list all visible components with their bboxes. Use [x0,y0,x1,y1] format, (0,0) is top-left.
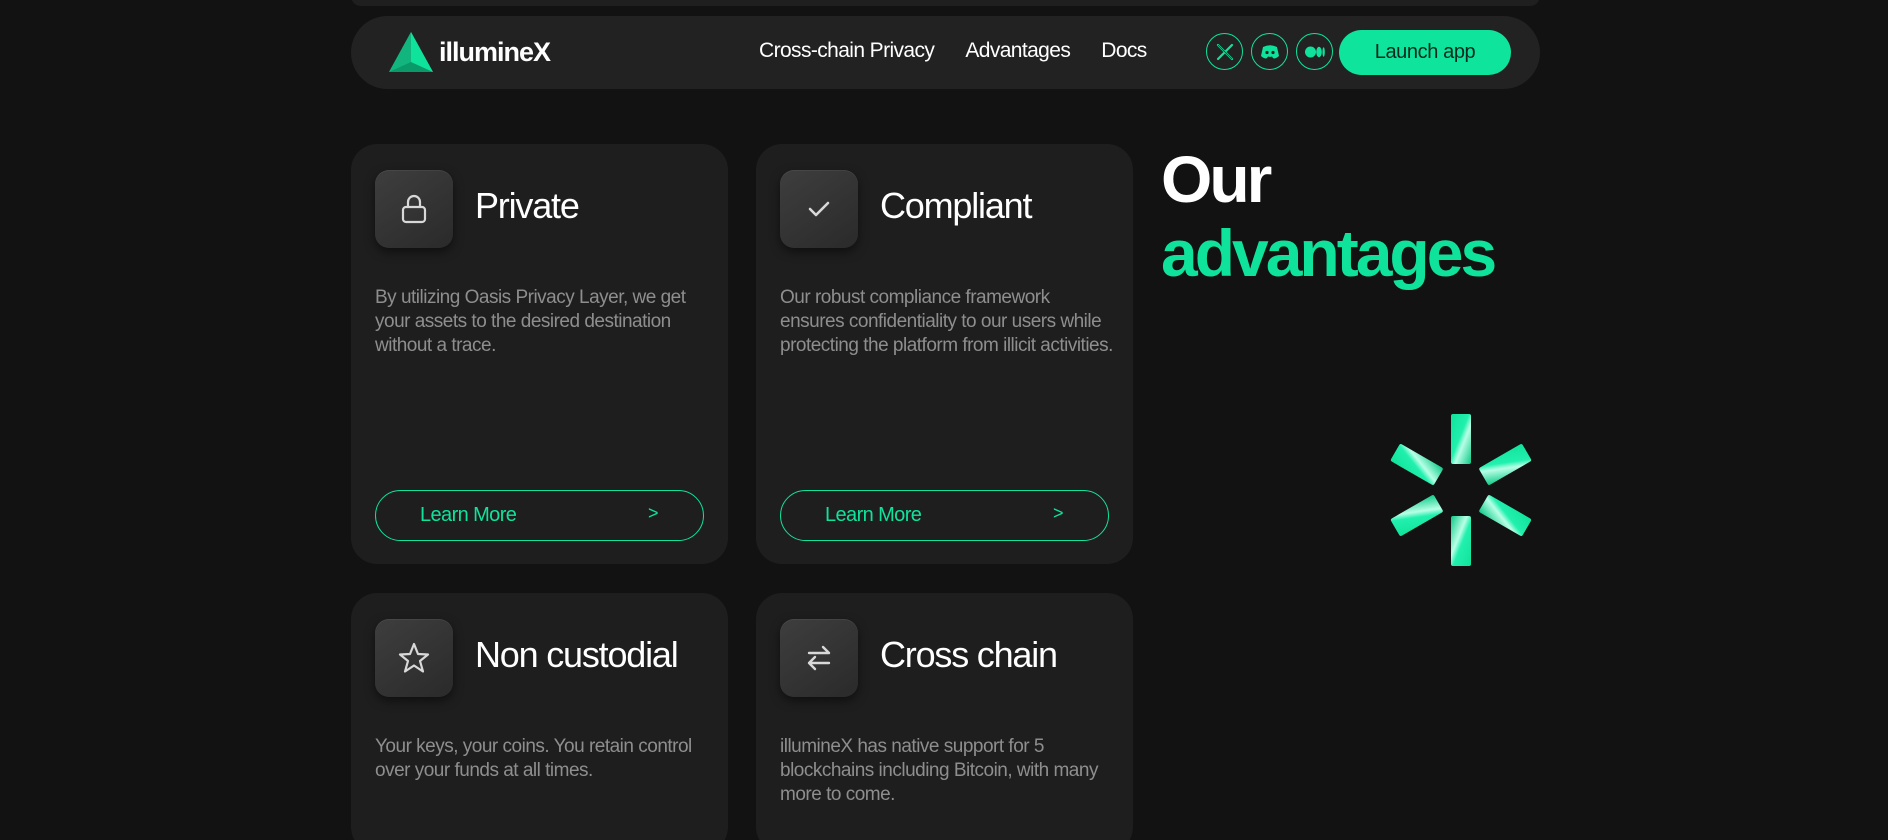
learn-more-button[interactable]: Learn More > [375,490,704,541]
card-description: By utilizing Oasis Privacy Layer, we get… [375,287,686,356]
learn-more-button[interactable]: Learn More > [780,490,1109,541]
card-title: Non custodial [475,634,679,675]
brand-logo[interactable]: illumineX [389,32,551,72]
advantage-card-cross-chain: Cross chain illumineX has native support… [756,593,1133,840]
triangle-logo-icon [389,32,433,72]
discord-icon [1260,44,1279,58]
checkmark-icon [808,201,830,217]
advantage-card-non-custodial: Non custodial Your keys, your coins. You… [351,593,728,840]
nav-link-docs[interactable]: Docs [1101,39,1147,63]
x-link[interactable] [1206,33,1243,70]
card-title: Compliant [880,185,1032,226]
swap-arrows-icon [807,645,831,671]
social-links [1206,33,1333,70]
lock-icon [401,194,427,224]
x-icon [1216,43,1233,60]
card-description: illumineX has native support for 5 block… [780,736,1098,805]
previous-section-edge [351,0,1540,6]
asterisk-3d-icon [1390,414,1532,566]
card-icon-box [375,619,453,697]
nav-link-cross-chain-privacy[interactable]: Cross-chain Privacy [759,39,935,63]
launch-app-button[interactable]: Launch app [1339,30,1511,75]
nav-link-advantages[interactable]: Advantages [965,39,1071,63]
medium-link[interactable] [1296,33,1333,70]
nav-links: Cross-chain Privacy Advantages Docs [759,39,1147,63]
heading-line-advantages: advantages [1161,216,1497,290]
navbar: illumineX Cross-chain Privacy Advantages… [351,16,1540,89]
advantage-card-compliant: Compliant Our robust compliance framewor… [756,144,1133,564]
card-description: Your keys, your coins. You retain contro… [375,736,692,781]
star-icon [398,642,430,673]
card-icon-box [375,170,453,248]
brand-name: illumineX [439,36,551,67]
card-description: Our robust compliance framework ensures … [780,287,1113,356]
chevron-right-icon: > [1053,503,1064,523]
section-heading: Our advantages [1161,142,1497,290]
learn-more-label: Learn More [420,504,517,526]
medium-icon [1304,46,1325,57]
heading-line-our: Our [1161,142,1272,216]
chevron-right-icon: > [648,503,659,523]
discord-link[interactable] [1251,33,1288,70]
card-title: Private [475,185,580,226]
learn-more-label: Learn More [825,504,922,526]
card-title: Cross chain [880,634,1058,675]
card-icon-box [780,619,858,697]
advantage-card-private: Private By utilizing Oasis Privacy Layer… [351,144,728,564]
card-icon-box [780,170,858,248]
